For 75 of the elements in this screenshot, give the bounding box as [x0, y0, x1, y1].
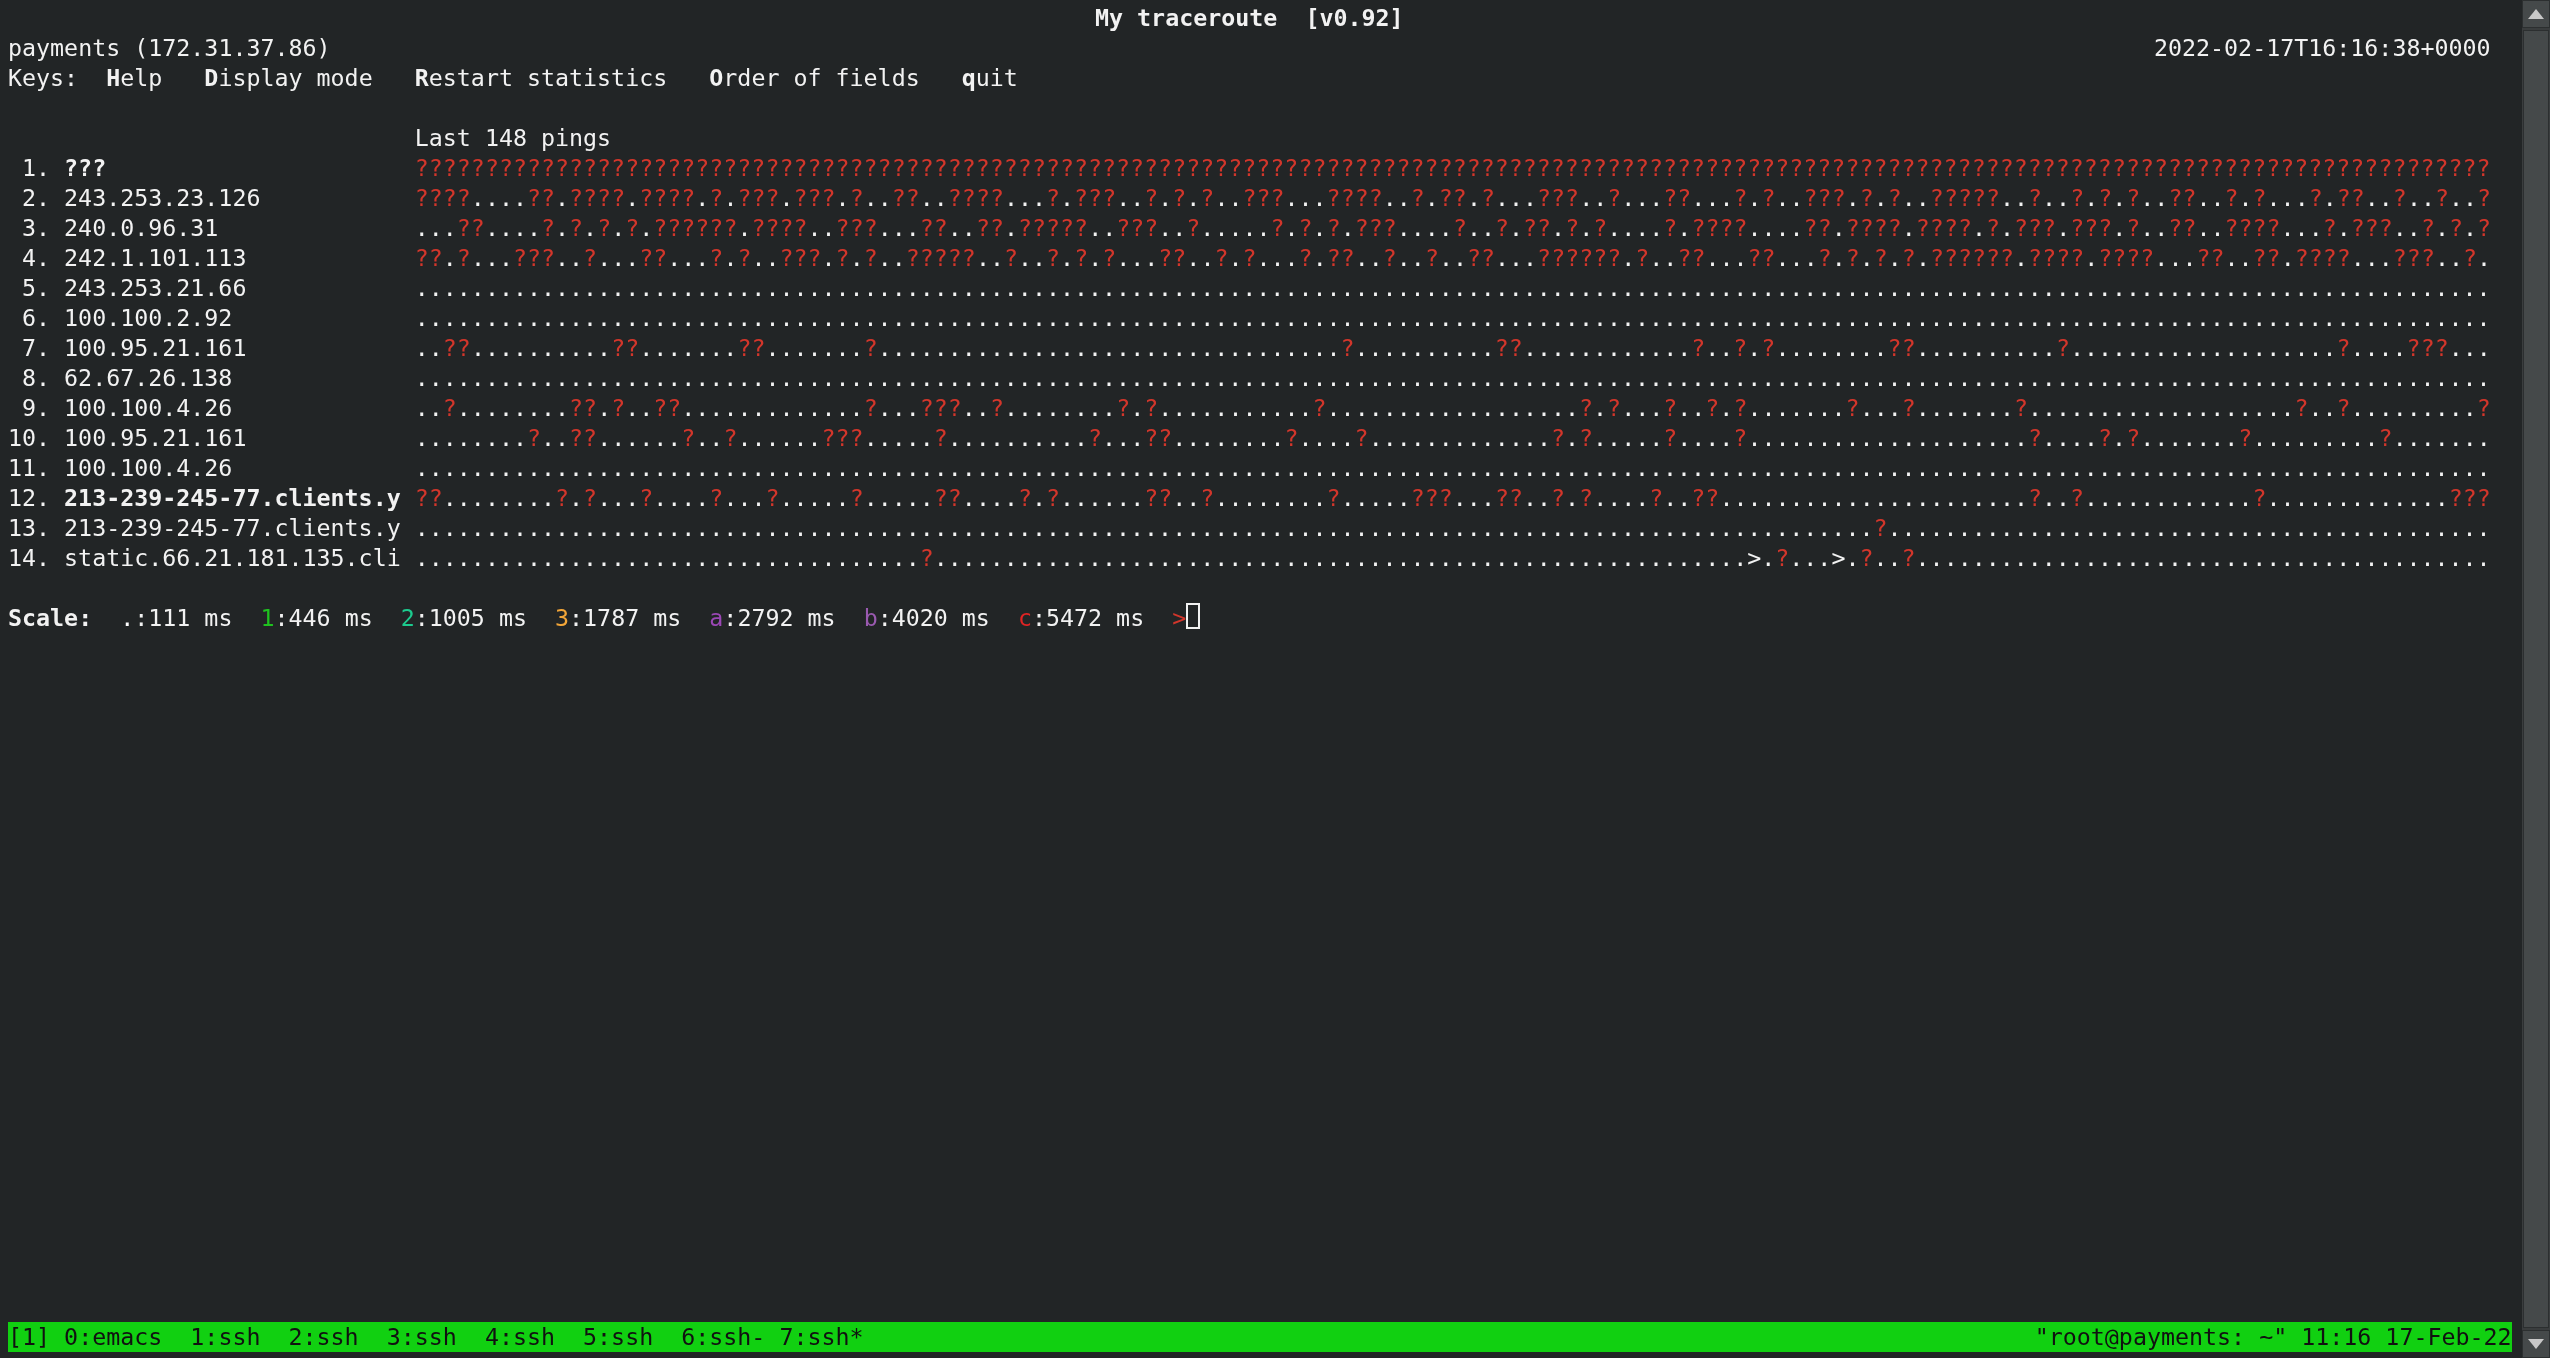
ping-history: ??.?...???..?...??...?.?..???.?.?..?????..?..?.?.?...??..?.?...?.??..?..?..??...??????.?..??...??...?.?.?.?.??????.????.????...??..??.????...???..?.: [414, 243, 2492, 273]
hop-number: 14.: [8, 543, 51, 573]
scale-value: :1787 ms: [569, 603, 682, 633]
ping-history: ....................................................................................................................................................: [414, 303, 2491, 333]
hop-host: 100.100.4.26: [64, 453, 233, 483]
cursor: [1186, 603, 1201, 629]
hop-host: 213-239-245-77.clients.y: [64, 483, 401, 513]
hop-host: 240.0.96.31: [64, 213, 219, 243]
scale-value: :4020 ms: [877, 603, 990, 633]
ping-history: ....................................................................................................................................................: [414, 363, 2491, 393]
ping-history: ????????????????????????????????????????????????????????????????????????????????????????????????????????????????????????????????????????????????????: [414, 153, 2491, 183]
hop-host: 62.67.26.138: [64, 363, 233, 393]
hop-host: 100.95.21.161: [64, 333, 247, 363]
scroll-down-button[interactable]: [2522, 1330, 2550, 1358]
ping-history: ........................................................................................................?...........................................: [414, 513, 2491, 543]
prompt: >: [1172, 603, 1187, 633]
ping-history: ??........?.?...?....?...?.....?.....??....?.?......??..?........?.....???...??..?.?....?..??......................?..?............?.............???: [414, 483, 2491, 513]
status-info: "root@payments: ~" 11:16 17-Feb-22: [2034, 1322, 2512, 1352]
key-command: Restart statistics: [414, 63, 668, 93]
ping-history: ....................................................................................................................................................: [414, 273, 2491, 303]
scale-key: a: [709, 603, 724, 633]
hop-host: 243.253.21.66: [64, 273, 247, 303]
hop-host: 100.100.4.26: [64, 393, 233, 423]
scroll-up-button[interactable]: [2522, 0, 2550, 28]
hop-number: 10.: [8, 423, 51, 453]
hop-number: 11.: [8, 453, 51, 483]
scale-value: :5472 ms: [1031, 603, 1145, 633]
hop-number: 1.: [21, 153, 51, 183]
ping-history: ........?..??......?..?......???.....?..........?...??........?....?.............?.?.....?....?....................?....?.?.......?.........?.......: [414, 423, 2491, 453]
ping-history: ..?........??.?..??.............?...???..?........?.?...........?..................?.?...?..?.?.......?...?.......?...................?..?.........?: [414, 393, 2491, 423]
scale-value: :1005 ms: [414, 603, 527, 633]
hop-host: 100.100.2.92: [64, 303, 233, 333]
ping-history: ....................................?..........................................................>.?...>.?..?.........................................: [414, 543, 2491, 573]
hop-number: 2.: [21, 183, 51, 213]
hop-number: 3.: [21, 213, 51, 243]
scale-key: c: [1017, 603, 1032, 633]
hop-number: 7.: [21, 333, 51, 363]
scale-key: 2: [400, 603, 415, 633]
key-command: quit: [961, 63, 1018, 93]
hop-host: 213-239-245-77.clients.y: [64, 513, 401, 543]
history-title: Last 148 pings: [414, 123, 612, 153]
key-command: Order of fields: [709, 63, 920, 93]
hop-host: static.66.21.181.135.cli: [64, 543, 401, 573]
scale-key: 3: [555, 603, 570, 633]
hop-number: 9.: [21, 393, 51, 423]
hop-host: 243.253.23.126: [64, 183, 261, 213]
scale-value: :111 ms: [134, 603, 233, 633]
scale-value: :2792 ms: [723, 603, 836, 633]
ping-history: ????....??.????.????.?.???.???.?..??..????...?.???..?.?.?..???...????..?.??.?...???..?...??...?.?..???.?.?..?????..?..?.?.?..??..?.?...?.??..?..?..?: [414, 183, 2492, 213]
up-arrow-icon: [2528, 9, 2544, 19]
host-name: payments (172.31.37.86): [8, 33, 331, 63]
key-command: Display mode: [204, 63, 373, 93]
window-title: My traceroute [v0.92]: [1095, 3, 1404, 33]
hop-number: 6.: [21, 303, 51, 333]
hop-number: 8.: [21, 363, 51, 393]
hop-host: 100.95.21.161: [64, 423, 247, 453]
ping-history: ....................................................................................................................................................: [414, 453, 2491, 483]
hop-host: 242.1.101.113: [64, 243, 247, 273]
ping-history: ...??....?.?.?.?.??????.????..???...??..??.?????..???..?.....?.?.?.???....?..?.??.?.?....?.????....??.????.????.?.???.???.?..??..????...?.???..?.?.?: [414, 213, 2492, 243]
down-arrow-icon: [2528, 1339, 2544, 1349]
scale-key: .: [120, 603, 135, 633]
hop-number: 5.: [21, 273, 51, 303]
hop-number: 12.: [8, 483, 51, 513]
timestamp: 2022-02-17T16:16:38+0000: [2153, 33, 2491, 63]
scale-label: Scale:: [8, 603, 93, 633]
hop-number: 13.: [8, 513, 51, 543]
scale-key: b: [863, 603, 878, 633]
key-command: Help: [106, 63, 163, 93]
hop-host: ???: [64, 153, 107, 183]
scale-key: 1: [260, 603, 275, 633]
window-list: [1] 0:emacs 1:ssh 2:ssh 3:ssh 4:ssh 5:ssh 6:ssh- 7:ssh*: [8, 1322, 864, 1352]
hop-number: 4.: [21, 243, 51, 273]
keys-label: Keys:: [8, 63, 79, 93]
ping-history: ..??..........??.......??.......?.................................?..........??............?..?.?........??..........?...................?....???...: [414, 333, 2491, 363]
scale-value: :446 ms: [274, 603, 373, 633]
